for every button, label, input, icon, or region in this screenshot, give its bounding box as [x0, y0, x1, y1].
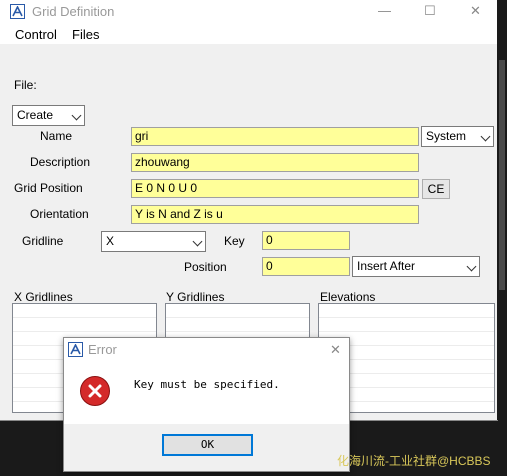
error-dialog-title: Error	[88, 342, 117, 357]
name-field[interactable]: gri	[131, 127, 419, 146]
gridline-select-value: X	[106, 234, 115, 248]
ce-button[interactable]: CE	[422, 179, 450, 199]
watermark-text: 化海川流-工业社群@HCBBS	[337, 454, 491, 468]
gridline-label: Gridline	[22, 234, 64, 248]
minimize-button[interactable]: —	[378, 3, 391, 18]
window-title: Grid Definition	[32, 4, 115, 19]
grid-position-field[interactable]: E 0 N 0 U 0	[131, 179, 419, 198]
list-item	[319, 304, 494, 318]
maximize-button[interactable]: ☐	[424, 3, 436, 19]
description-label: Description	[30, 155, 91, 169]
file-label: File:	[14, 78, 37, 92]
error-icon	[80, 376, 110, 406]
menu-files[interactable]: Files	[72, 27, 99, 42]
system-select-value: System	[426, 129, 467, 143]
key-label: Key	[224, 234, 245, 248]
background-scrollbar[interactable]	[497, 0, 507, 420]
position-label: Position	[184, 260, 227, 274]
name-label: Name	[40, 129, 73, 143]
y-gridlines-label: Y Gridlines	[166, 290, 225, 304]
orientation-field[interactable]: Y is N and Z is u	[131, 205, 419, 224]
orientation-label: Orientation	[30, 207, 89, 221]
chevron-down-icon	[192, 236, 203, 247]
error-dialog-title-bar: Error ✕	[64, 338, 349, 362]
key-field[interactable]: 0	[262, 231, 350, 250]
menu-control[interactable]: Control	[15, 27, 57, 42]
list-item	[166, 318, 309, 332]
x-gridlines-label: X Gridlines	[14, 290, 73, 304]
app-logo-icon	[68, 342, 83, 357]
elevations-label: Elevations	[320, 290, 376, 304]
system-select[interactable]: System	[421, 126, 494, 147]
error-dialog: Error ✕ Key must be specified. OK	[63, 337, 350, 472]
position-field[interactable]: 0	[262, 257, 350, 276]
mode-select[interactable]: Create	[12, 105, 85, 126]
ok-button[interactable]: OK	[162, 434, 253, 456]
app-logo-icon	[10, 4, 25, 19]
close-button[interactable]: ✕	[470, 3, 481, 19]
title-bar: Grid Definition — ☐ ✕	[0, 0, 497, 24]
error-dialog-close-button[interactable]: ✕	[330, 342, 341, 358]
chevron-down-icon	[480, 131, 491, 142]
list-item	[166, 304, 309, 318]
error-message: Key must be specified.	[134, 378, 280, 391]
list-item	[13, 318, 156, 332]
chevron-down-icon	[71, 110, 82, 121]
list-item	[319, 318, 494, 332]
gridline-select[interactable]: X	[101, 231, 206, 252]
description-field[interactable]: zhouwang	[131, 153, 419, 172]
scrollbar-thumb[interactable]	[499, 60, 505, 290]
mode-select-value: Create	[17, 108, 54, 122]
insert-select-value: Insert After	[357, 259, 416, 273]
menu-bar: Control Files	[0, 24, 497, 44]
chevron-down-icon	[466, 261, 477, 272]
error-dialog-body: Key must be specified.	[64, 362, 349, 424]
grid-position-label: Grid Position	[14, 181, 83, 195]
insert-select[interactable]: Insert After	[352, 256, 480, 277]
list-item	[13, 304, 156, 318]
